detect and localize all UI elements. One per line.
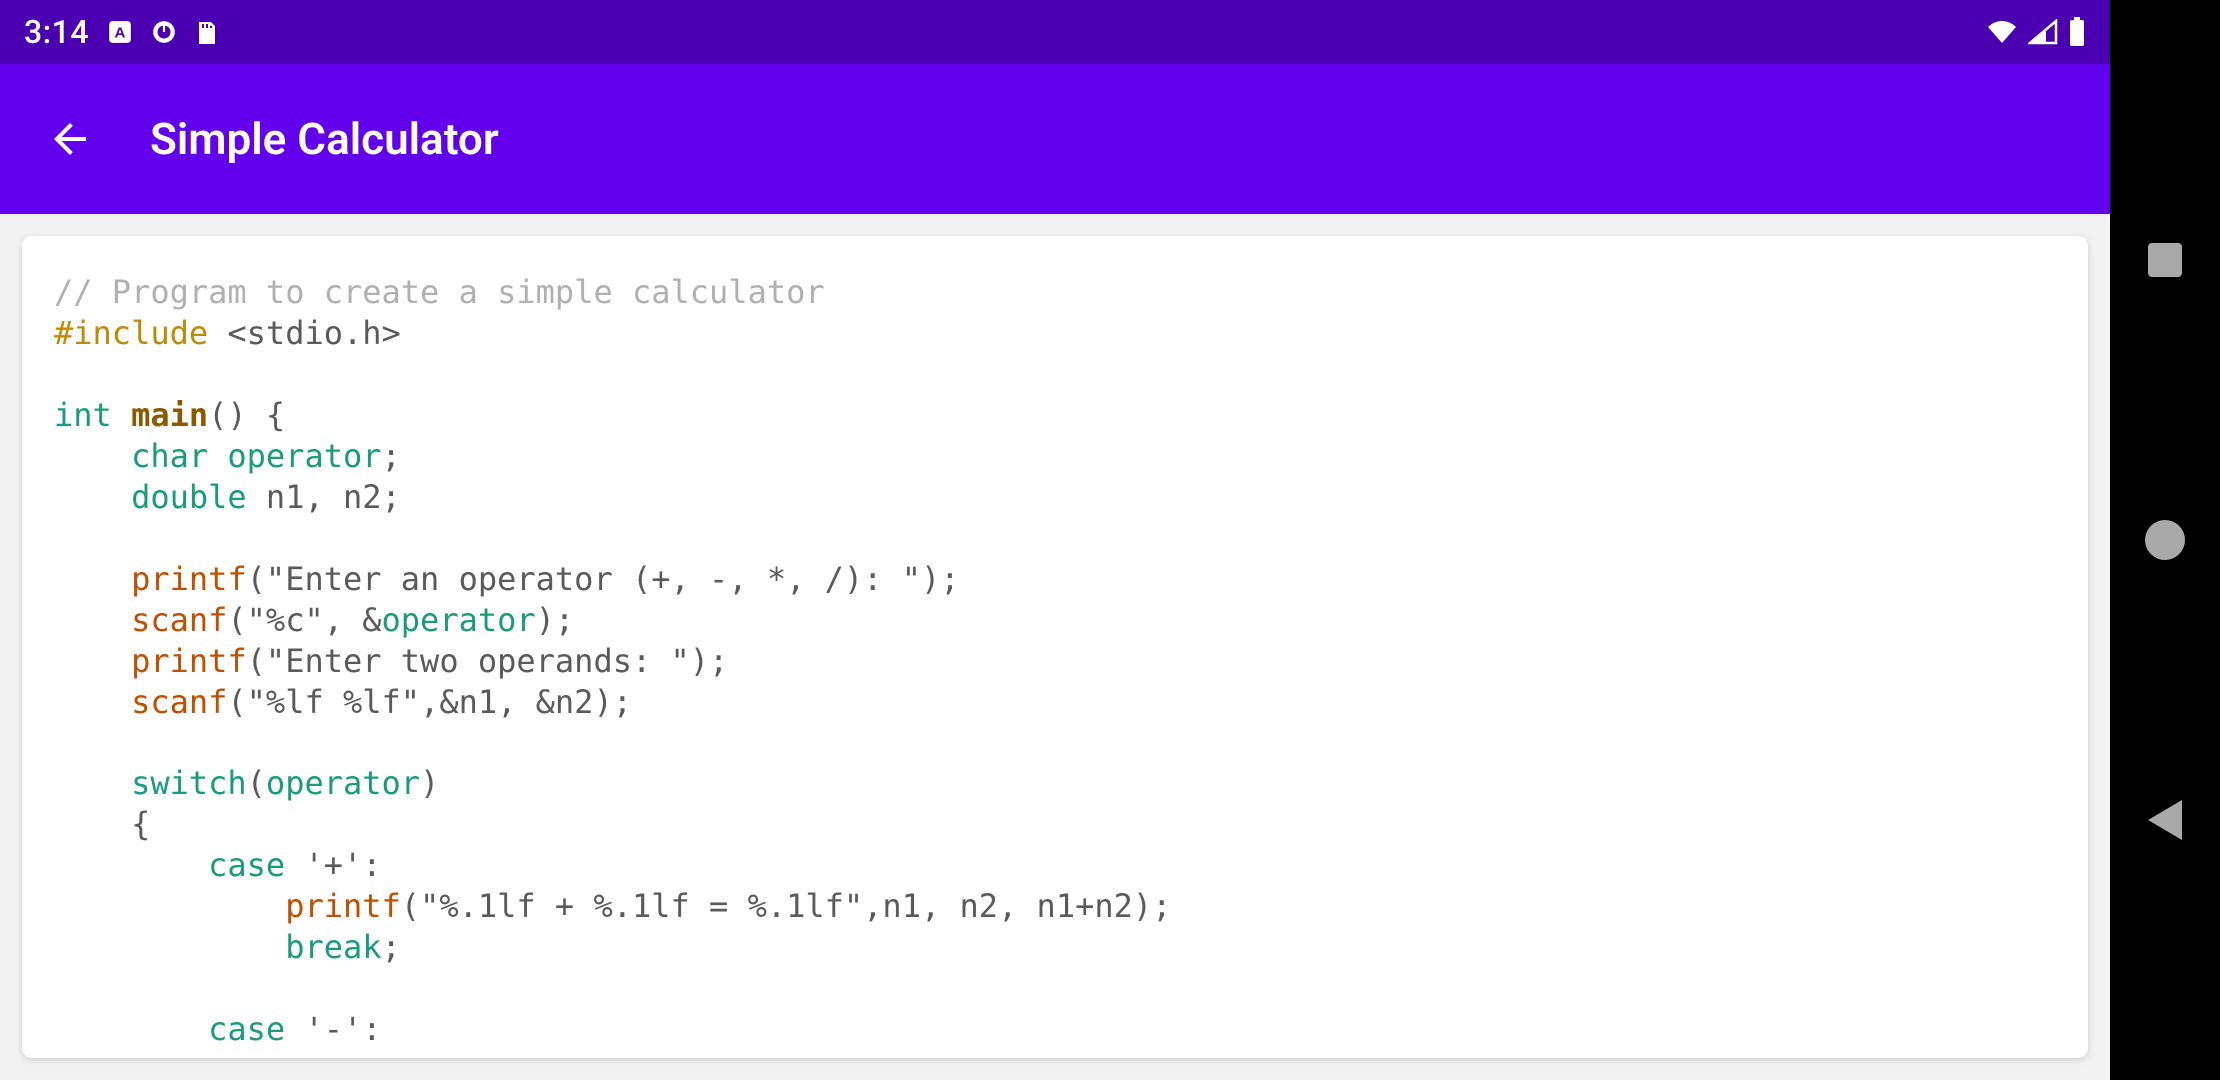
circle-icon [2145, 520, 2185, 560]
system-nav-bar [2110, 0, 2220, 1080]
battery-icon [2068, 17, 2086, 47]
back-button[interactable] [40, 109, 100, 169]
status-bar: 3:14 A [0, 0, 2110, 64]
clock-icon [151, 19, 177, 45]
nav-back-button[interactable] [2143, 798, 2187, 842]
sd-icon [195, 18, 219, 46]
signal-icon [2028, 19, 2058, 45]
a-icon: A [107, 19, 133, 45]
status-time: 3:14 [24, 13, 89, 51]
page-title: Simple Calculator [150, 113, 499, 165]
nav-home-button[interactable] [2143, 518, 2187, 562]
code-block: // Program to create a simple calculator… [54, 272, 2056, 1050]
square-icon [2148, 243, 2182, 277]
code-card[interactable]: // Program to create a simple calculator… [22, 236, 2088, 1058]
triangle-icon [2148, 800, 2182, 840]
wifi-icon [1986, 19, 2018, 45]
nav-recent-button[interactable] [2143, 238, 2187, 282]
app-bar: Simple Calculator [0, 64, 2110, 214]
svg-text:A: A [115, 24, 126, 41]
arrow-back-icon [46, 115, 94, 163]
